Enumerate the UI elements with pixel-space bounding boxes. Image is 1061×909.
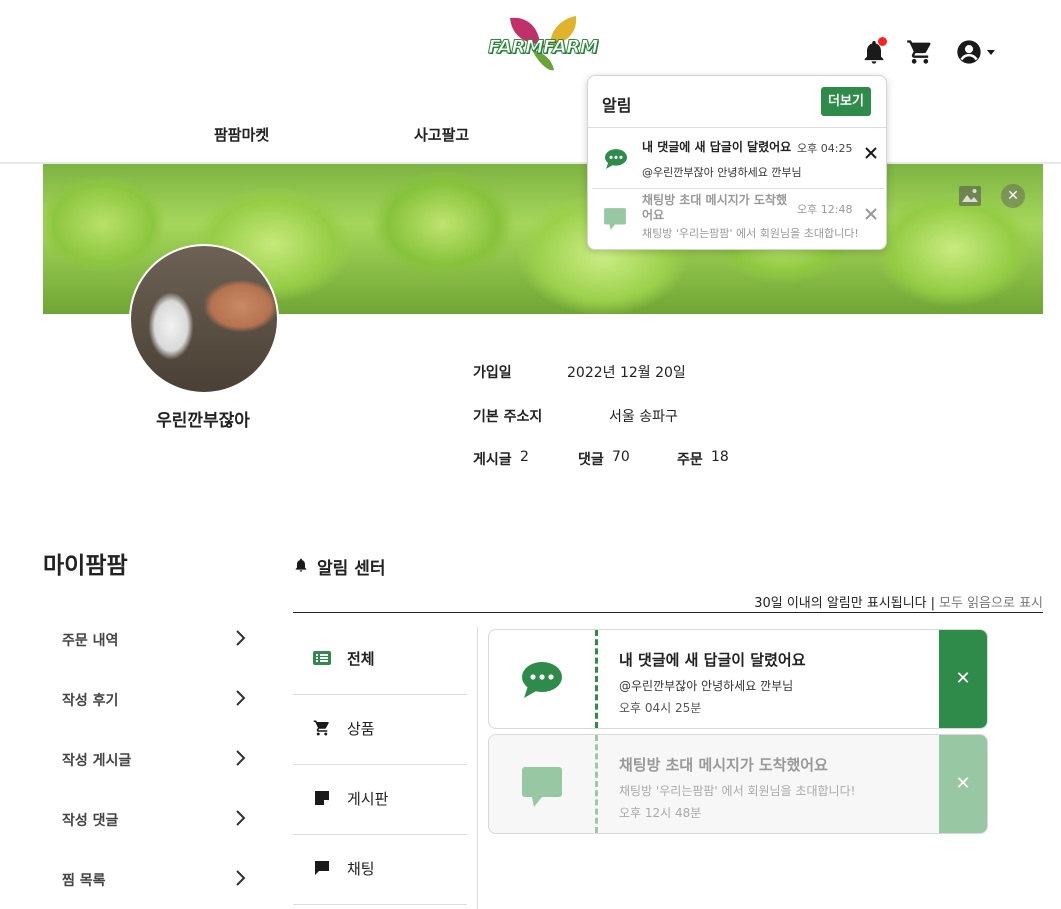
notice-retention-text: 30일 이내의 알림만 표시됩니다 (754, 596, 927, 611)
sidebar-item-label: 작성 게시글 (62, 753, 132, 769)
notification-time: 오후 12시 48분 (619, 806, 702, 820)
chat-icon (315, 861, 329, 875)
comment-bubble-icon (605, 149, 627, 169)
dropdown-item-title: 내 댓글에 새 답글이 달렸어요 (642, 140, 792, 154)
info-separator: | (930, 596, 936, 611)
comments-count-label: 댓글 (578, 452, 604, 468)
nav-item-farmfarm-market[interactable]: 팜팜마켓 (214, 124, 269, 145)
notice-header-rule (293, 612, 1043, 613)
join-date-value: 2022년 12월 20일 (567, 365, 686, 381)
sidebar-item-label: 주문 내역 (62, 633, 119, 649)
cart-icon (313, 720, 329, 736)
chevron-right-icon (236, 810, 246, 826)
notification-card[interactable]: 내 댓글에 새 답글이 달렸어요 @우린깐부잖아 안녕하세요 깐부님 오후 04… (488, 629, 988, 729)
dropdown-item-body: 채팅방 '우리는팜팜' 에서 회원님을 초대합니다! (642, 227, 859, 240)
chevron-right-icon (236, 690, 246, 706)
change-banner-button[interactable] (958, 184, 982, 208)
notification-title: 채팅방 초대 메시지가 도착했어요 (619, 756, 828, 774)
logo-text: FARMFARM (488, 36, 600, 59)
card-icon-area (489, 630, 595, 728)
tab-products[interactable]: 상품 (293, 695, 467, 765)
dropdown-item-time: 오후 04:25 (797, 142, 853, 155)
posts-count-value: 2 (520, 449, 529, 465)
card-icon-area (489, 735, 595, 833)
notification-title: 내 댓글에 새 답글이 달렸어요 (619, 651, 806, 669)
comment-bubble-icon (522, 662, 562, 698)
sidebar-item-reviews[interactable]: 작성 후기 (62, 685, 248, 713)
tab-board[interactable]: 게시판 (293, 765, 467, 835)
profile-avatar (129, 244, 279, 394)
note-icon (315, 791, 329, 805)
sidebar-item-wishlist[interactable]: 찜 목록 (62, 865, 248, 893)
orders-count-value: 18 (711, 449, 729, 465)
sidebar-item-comments[interactable]: 작성 댓글 (62, 805, 248, 833)
notification-body: @우린깐부잖아 안녕하세요 깐부님 (619, 679, 794, 693)
notification-dropdown: 알림 더보기 내 댓글에 새 답글이 달렸어요 오후 04:25 @우린깐부잖아… (587, 75, 887, 250)
sidebar-item-label: 작성 댓글 (62, 813, 119, 829)
list-icon (313, 651, 331, 665)
cart-button[interactable] (906, 38, 934, 66)
delete-notification-button[interactable]: ✕ (939, 630, 987, 728)
posts-count-label: 게시글 (473, 452, 512, 468)
more-button[interactable]: 더보기 (821, 87, 871, 116)
address-label: 기본 주소지 (473, 409, 543, 425)
dropdown-item-title: 채팅방 초대 메시지가 도착했어요 (642, 193, 788, 222)
chat-square-icon (604, 208, 626, 230)
card-dashed-divider (595, 735, 598, 833)
bell-icon (295, 558, 307, 572)
close-icon: ✕ (955, 668, 971, 689)
dropdown-title: 알림 (602, 96, 632, 115)
caret-down-icon (987, 50, 995, 55)
orders-count-label: 주문 (677, 452, 703, 468)
image-icon (959, 186, 981, 206)
comments-count-value: 70 (612, 449, 630, 465)
cart-icon (907, 40, 931, 64)
notice-info-row: 30일 이내의 알림만 표시됩니다 | 모두 읽음으로 표시 (754, 592, 1043, 611)
chevron-right-icon (236, 630, 246, 646)
card-dashed-divider (595, 630, 598, 728)
chevron-right-icon (236, 870, 246, 886)
sidebar-item-label: 찜 목록 (62, 873, 106, 889)
unread-badge (878, 37, 887, 46)
tab-all[interactable]: 전체 (293, 625, 467, 695)
tab-label: 상품 (347, 720, 375, 738)
join-date-label: 가입일 (473, 365, 512, 381)
close-icon[interactable] (864, 207, 878, 221)
dropdown-item-time: 오후 12:48 (797, 203, 853, 216)
bell-button[interactable] (860, 37, 888, 66)
farmfarm-logo[interactable]: FARMFARM (488, 14, 600, 74)
mark-all-read-link[interactable]: 모두 읽음으로 표시 (939, 596, 1043, 611)
dropdown-item-body: @우린깐부잖아 안녕하세요 깐부님 (642, 166, 802, 179)
nav-item-buy-sell[interactable]: 사고팔고 (414, 124, 469, 145)
tab-chat[interactable]: 채팅 (293, 835, 467, 905)
tab-label: 게시판 (347, 790, 389, 808)
close-icon[interactable] (864, 146, 878, 160)
profile-nickname: 우린깐부잖아 (156, 411, 250, 431)
sidebar-item-order-history[interactable]: 주문 내역 (62, 625, 248, 653)
notification-card[interactable]: 채팅방 초대 메시지가 도착했어요 채팅방 '우리는팜팜' 에서 회원님을 초대… (488, 734, 988, 834)
remove-banner-button[interactable]: ✕ (1001, 184, 1025, 208)
delete-notification-button[interactable]: ✕ (939, 735, 987, 833)
address-value: 서울 송파구 (609, 409, 678, 425)
sidebar-title: 마이팜팜 (43, 553, 128, 579)
chevron-right-icon (236, 750, 246, 766)
user-menu-button[interactable] (955, 38, 999, 66)
user-icon (957, 40, 981, 64)
dropdown-item[interactable]: 채팅방 초대 메시지가 도착했어요 오후 12:48 채팅방 '우리는팜팜' 에… (588, 189, 886, 249)
tab-label: 전체 (347, 650, 375, 668)
close-icon: ✕ (955, 773, 971, 794)
notification-time: 오후 04시 25분 (619, 701, 702, 715)
dropdown-item[interactable]: 내 댓글에 새 답글이 달렸어요 오후 04:25 @우린깐부잖아 안녕하세요 … (588, 128, 886, 188)
notification-body: 채팅방 '우리는팜팜' 에서 회원님을 초대합니다! (619, 784, 856, 798)
tab-label: 채팅 (347, 860, 375, 878)
notice-center-title: 알림 센터 (317, 559, 386, 579)
close-icon: ✕ (1007, 188, 1019, 204)
sidebar-item-posts[interactable]: 작성 게시글 (62, 745, 248, 773)
sidebar-item-label: 작성 후기 (62, 693, 119, 709)
tabs-divider (477, 627, 478, 909)
chat-square-icon (522, 767, 562, 807)
